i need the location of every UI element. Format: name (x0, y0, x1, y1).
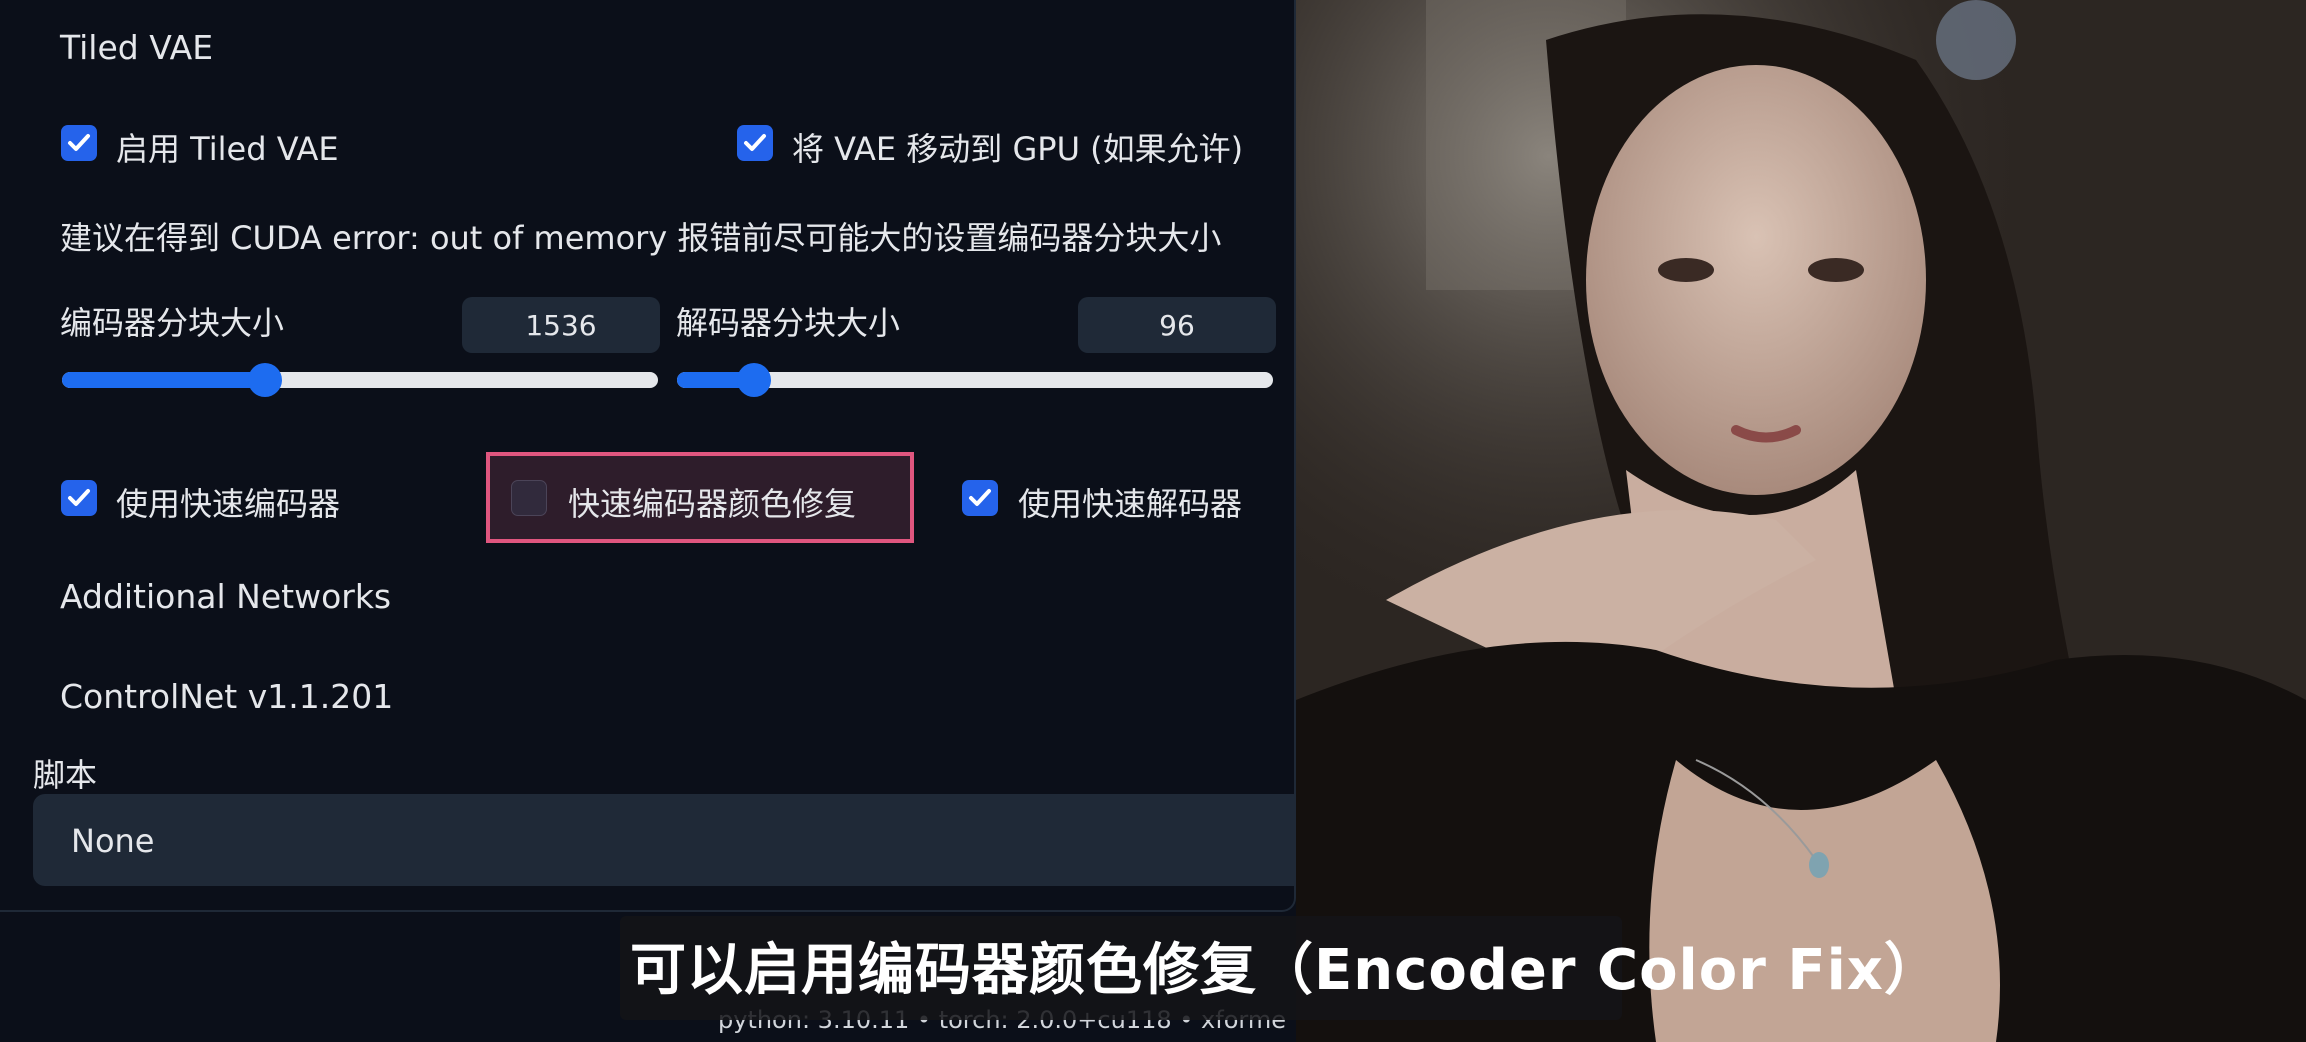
decoder-slider-handle[interactable] (737, 363, 772, 397)
move-vae-gpu-checkbox[interactable] (737, 125, 773, 161)
encoder-tile-size-input[interactable]: 1536 (462, 297, 660, 353)
color-fix-label: 快速编码器颜色修复 (568, 485, 857, 523)
encoder-tile-size-slider[interactable] (62, 363, 658, 397)
decoder-tile-size-slider[interactable] (677, 363, 1273, 397)
color-fix-checkbox[interactable] (511, 480, 547, 516)
generated-image (1296, 0, 2306, 1042)
fast-decoder-label: 使用快速解码器 (1018, 485, 1243, 523)
fast-decoder-checkbox[interactable] (962, 480, 998, 516)
script-label: 脚本 (33, 756, 98, 794)
settings-panel: Tiled VAE 启用 Tiled VAE 将 VAE 移动到 GPU (如果… (0, 0, 1296, 912)
fast-encoder-checkbox[interactable] (61, 480, 97, 516)
enable-tiled-vae-checkbox[interactable] (61, 125, 97, 161)
controlnet-section[interactable]: ControlNet v1.1.201 (60, 677, 393, 716)
script-dropdown-value: None (71, 822, 155, 860)
script-dropdown[interactable]: None (33, 794, 1296, 886)
encoder-slider-fill (62, 372, 265, 388)
enable-tiled-vae-label: 启用 Tiled VAE (116, 130, 339, 168)
encoder-tile-size-label: 编码器分块大小 (60, 304, 285, 342)
tile-size-hint: 建议在得到 CUDA error: out of memory 报错前尽可能大的… (60, 219, 1222, 257)
check-icon (68, 489, 90, 506)
move-vae-gpu-label: 将 VAE 移动到 GPU (如果允许) (792, 130, 1244, 168)
tiled-vae-title: Tiled VAE (60, 28, 214, 67)
check-icon (744, 134, 766, 151)
decoder-tile-size-label: 解码器分块大小 (676, 304, 901, 342)
additional-networks-section[interactable]: Additional Networks (60, 577, 391, 616)
check-icon (969, 489, 991, 506)
check-icon (68, 134, 90, 151)
fast-encoder-label: 使用快速编码器 (116, 485, 341, 523)
video-subtitle: 可以启用编码器颜色修复（Encoder Color Fix） (630, 938, 1941, 1003)
decoder-tile-size-input[interactable]: 96 (1078, 297, 1276, 353)
portrait-image (1296, 0, 2306, 1042)
encoder-slider-handle[interactable] (247, 363, 282, 397)
